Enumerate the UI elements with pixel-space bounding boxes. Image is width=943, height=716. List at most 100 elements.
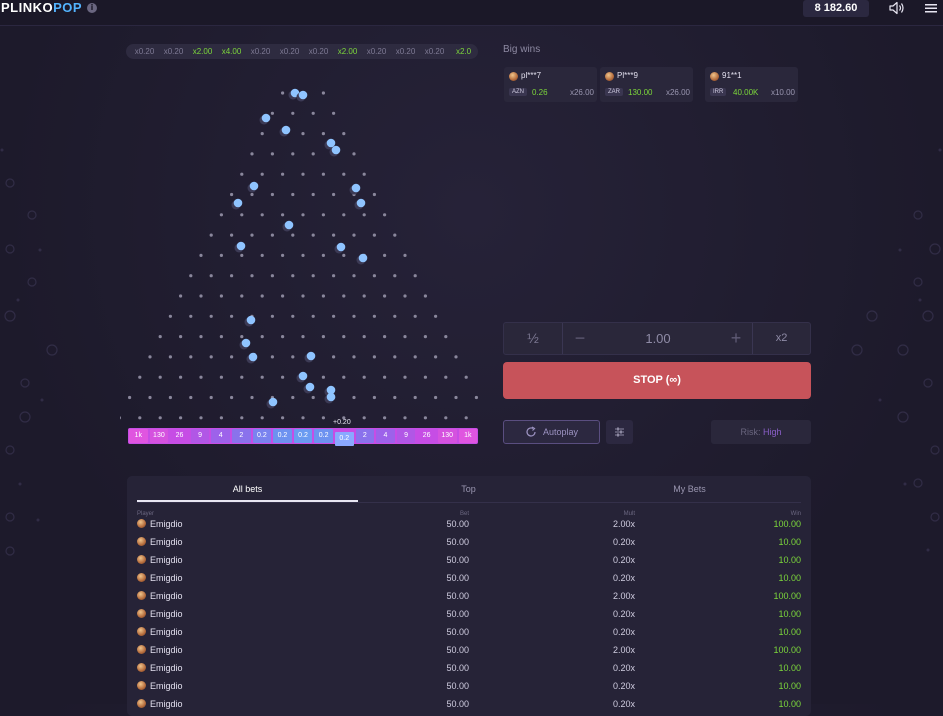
menu-icon[interactable] [925,2,937,14]
ball [298,371,308,381]
peg [393,314,397,318]
peg [281,335,285,339]
autoplay-settings-button[interactable] [606,420,633,444]
peg [413,355,417,359]
peg [291,395,295,400]
peg [281,172,285,176]
bets-tabs: All bets Top My Bets [137,476,801,503]
table-row: Emigdio 50.00 0.20x 10.00 [137,677,801,695]
multiplier-value: 2.00x [612,519,635,529]
tab-top[interactable]: Top [358,476,579,502]
history-chip: x2.00 [337,47,358,56]
peg [281,416,285,420]
peg [240,172,244,176]
big-win-player: 91**1 [722,71,742,80]
peg [240,294,244,298]
ball [326,392,336,402]
peg [230,314,234,318]
peg [301,132,305,136]
decrease-bet-button[interactable]: − [570,323,590,354]
peg [434,314,438,318]
risk-label: Risk: [740,427,763,437]
avatar [137,645,146,654]
tab-my-bets[interactable]: My Bets [579,476,800,502]
peg [383,213,387,217]
risk-selector[interactable]: Risk: High [711,420,811,444]
peg [372,314,376,318]
stop-button[interactable]: STOP (∞) [503,362,811,399]
peg [311,152,315,156]
avatar [605,72,614,81]
peg [321,294,325,298]
player-name: Emigdio [150,627,183,637]
bet-amount-control: ½ − 1.00 + x2 [503,322,811,355]
win-value: 100.00 [773,591,801,601]
peg [383,294,387,298]
player-name: Emigdio [150,573,183,583]
peg [270,152,274,156]
avatar [137,555,146,564]
peg [321,253,325,257]
info-icon[interactable]: i [87,3,97,13]
multiplier-value: 0.20x [612,699,635,709]
peg [230,192,234,197]
ball [331,145,341,155]
peg [158,335,162,339]
multiplier-slot: 0.2 [273,429,292,443]
peg [209,233,213,237]
win-value: 100.00 [773,645,801,655]
big-win-card: Pl***9 ZAR 130.00 x26.00 [600,67,693,102]
ball [249,181,259,191]
peg [403,416,407,420]
autoplay-button[interactable]: Autoplay [503,420,600,444]
peg [270,233,274,237]
player-name: Emigdio [150,663,183,673]
bet-value: 50.00 [446,699,469,709]
peg [434,395,438,400]
win-value: 10.00 [778,699,801,709]
peg [372,274,376,278]
multiplier-slot: 1k [458,429,478,443]
bet-amount-input[interactable]: 1.00 [614,323,702,354]
ball [268,397,278,407]
peg [383,335,387,339]
peg [291,355,295,359]
peg [301,335,305,339]
peg [179,335,183,339]
big-win-currency: AZN [509,88,527,96]
peg [219,335,223,339]
multiplier-slot: 26 [417,429,436,443]
peg [352,355,356,359]
peg [342,253,346,257]
big-win-player: pl***7 [521,71,542,80]
peg [291,192,295,197]
big-win-amount: 130.00 [628,88,653,97]
avatar [137,627,146,636]
peg [168,395,172,400]
double-bet-button[interactable]: x2 [752,323,810,354]
peg [189,355,193,359]
multiplier-slot: 9 [190,429,210,443]
history-chip: x0.20 [279,47,300,56]
multiplier-value: 0.20x [612,627,635,637]
peg [199,253,203,257]
tab-all-bets[interactable]: All bets [137,476,358,502]
avatar [137,681,146,690]
sound-icon[interactable] [889,1,905,15]
halve-bet-button[interactable]: ½ [504,323,563,354]
increase-bet-button[interactable]: + [726,323,746,354]
peg [209,314,213,318]
risk-value: High [762,427,782,437]
peg [311,192,315,197]
peg [128,395,132,400]
peg [352,274,356,278]
peg [423,375,427,379]
multiplier-value: 2.00x [612,591,635,601]
avatar [137,591,146,600]
multiplier-slot: 0.2 [293,429,313,443]
peg [372,233,376,237]
history-chip: x0.20 [308,47,329,56]
multiplier-slot: 0.2 [314,429,333,443]
peg [270,192,274,197]
peg [413,395,417,400]
